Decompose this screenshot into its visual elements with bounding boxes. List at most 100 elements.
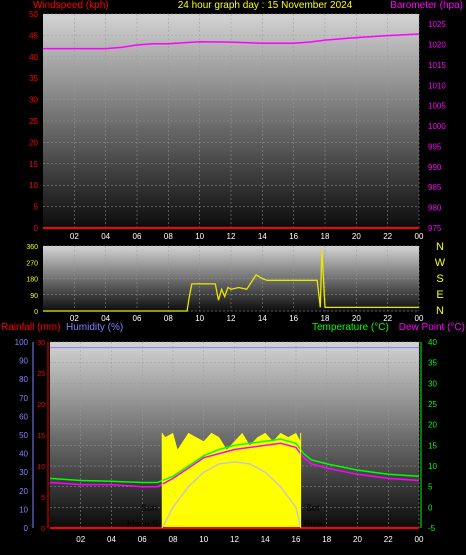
rainfall-axis-ticks: 0 5 10 15 20 25 30: [37, 340, 45, 533]
humidity-tick-label: 90: [19, 357, 28, 366]
x-tick-label: 02: [76, 535, 85, 544]
temperature-tick-label: 10: [428, 462, 437, 471]
temperature-tick-label: 0: [428, 503, 433, 512]
rainfall-tick-label: 15: [37, 433, 45, 440]
temperature-tick-label: 5: [428, 483, 433, 492]
x-tick-label: 16: [289, 232, 298, 241]
x-tick-label: 08: [169, 535, 178, 544]
rainfall-tick-label: 30: [37, 340, 45, 347]
compass-label-2: S: [436, 273, 443, 285]
humidity-tick-label: 40: [19, 450, 28, 459]
x-tick-label: 00: [415, 535, 424, 544]
windspeed-tick-label: 15: [29, 160, 38, 169]
barometer-tick-label: 990: [428, 163, 442, 172]
rainfall-tick-label: 20: [37, 402, 45, 409]
windspeed-tick-label: 30: [29, 96, 38, 105]
x-tick-label: 06: [138, 535, 147, 544]
windspeed-tick-label: 40: [29, 53, 38, 62]
humidity-tick-label: 70: [19, 394, 28, 403]
x-tick-label: 18: [321, 232, 330, 241]
humidity-tick-label: 80: [19, 375, 28, 384]
windspeed-tick-label: 50: [29, 10, 38, 19]
x-tick-label: 14: [261, 535, 270, 544]
x-tick-label: 10: [195, 232, 204, 241]
temperature-tick-label: 40: [428, 338, 437, 347]
humidity-axis-title: Humidity (%): [66, 322, 123, 333]
dewpoint-axis-title: Dew Point (°C): [399, 322, 465, 333]
top-x-axis-ticks: 02 04 06 08 10 12 14 16 18 20 22 00: [70, 232, 424, 241]
windspeed-tick-label: 45: [29, 31, 38, 40]
rainfall-tick-label: 0: [41, 526, 45, 533]
humidity-tick-label: 30: [19, 468, 28, 477]
humidity-tick-label: 0: [24, 524, 29, 533]
x-tick-label: 08: [164, 314, 173, 323]
rainfall-tick-label: 25: [37, 371, 45, 378]
x-tick-label: 12: [227, 314, 236, 323]
direction-tick-label: 180: [26, 277, 38, 284]
barometer-tick-label: 1015: [428, 61, 446, 70]
x-tick-label: 00: [415, 232, 424, 241]
temperature-axis-title: Temperature (°C): [312, 322, 389, 333]
windspeed-axis-title: Windspeed (kph): [33, 0, 109, 11]
temperature-tick-label: 30: [428, 379, 437, 388]
barometer-tick-label: 1000: [428, 122, 446, 131]
humidity-tick-label: 100: [15, 338, 29, 347]
temperature-tick-label: 25: [428, 400, 437, 409]
rainfall-tick-label: 10: [37, 464, 45, 471]
barometer-tick-label: 980: [428, 204, 442, 213]
temperature-tick-label: 15: [428, 441, 437, 450]
barometer-tick-label: 1005: [428, 102, 446, 111]
barometer-axis-ticks: 975 980 985 990 995 1000 1005 1010 1015 1020 1025: [428, 20, 446, 233]
x-tick-label: 08: [164, 232, 173, 241]
sunset-label: Set: [306, 503, 320, 513]
direction-tick-label: 270: [26, 260, 38, 267]
sunrise-label: Sun: [141, 503, 157, 513]
windspeed-tick-label: 10: [29, 181, 38, 190]
x-tick-label: 22: [384, 535, 393, 544]
x-tick-label: 20: [352, 232, 361, 241]
barometer-tick-label: 1020: [428, 41, 446, 50]
barometer-tick-label: 985: [428, 183, 442, 192]
compass-label-4: N: [436, 305, 444, 317]
x-tick-label: 16: [292, 535, 301, 544]
humidity-tick-label: 20: [19, 487, 28, 496]
x-tick-label: 10: [199, 535, 208, 544]
moonset-label: Moon S: [127, 519, 158, 529]
x-tick-label: 14: [258, 314, 267, 323]
temperature-tick-label: 35: [428, 359, 437, 368]
direction-axis-ticks: 0 90 180 270 360: [26, 244, 38, 316]
windspeed-tick-label: 35: [29, 74, 38, 83]
compass-label-1: W: [435, 257, 446, 269]
temperature-axis-ticks: -5 0 5 10 15 20 25 30 35 40: [428, 338, 437, 533]
moonrise-label: Rise: [304, 519, 322, 529]
compass-label-0: N: [436, 241, 444, 253]
windspeed-tick-label: 0: [34, 224, 39, 233]
humidity-tick-label: 50: [19, 431, 28, 440]
humidity-tick-label: 10: [19, 505, 28, 514]
direction-tick-label: 0: [34, 309, 38, 316]
direction-tick-label: 90: [30, 293, 38, 300]
windspeed-tick-label: 20: [29, 138, 38, 147]
barometer-tick-label: 1010: [428, 81, 446, 90]
x-tick-label: 06: [133, 314, 142, 323]
x-tick-label: 18: [322, 535, 331, 544]
temperature-tick-label: -5: [428, 524, 436, 533]
rainfall-axis-title: Rainfall (mm): [1, 322, 60, 333]
x-tick-label: 04: [101, 232, 110, 241]
x-tick-label: 06: [133, 232, 142, 241]
x-tick-label: 12: [230, 535, 239, 544]
compass-label-3: E: [436, 289, 443, 301]
solar-area: [162, 432, 301, 528]
x-tick-label: 20: [353, 535, 362, 544]
temperature-tick-label: 20: [428, 421, 437, 430]
chart-title: 24 hour graph day : 15 November 2024: [178, 0, 353, 11]
direction-tick-label: 360: [26, 244, 38, 251]
windspeed-axis-ticks: 0 5 10 15 20 25 30 35 40 45 50: [29, 10, 38, 233]
weather-graph: Windspeed (kph) 24 hour graph day : 15 N…: [1, 0, 465, 544]
x-tick-label: 14: [258, 232, 267, 241]
x-tick-label: 02: [70, 232, 79, 241]
x-tick-label: 12: [227, 232, 236, 241]
barometer-axis-title: Barometer (hpa): [390, 0, 463, 11]
barometer-tick-label: 1025: [428, 20, 446, 29]
x-tick-label: 22: [383, 232, 392, 241]
